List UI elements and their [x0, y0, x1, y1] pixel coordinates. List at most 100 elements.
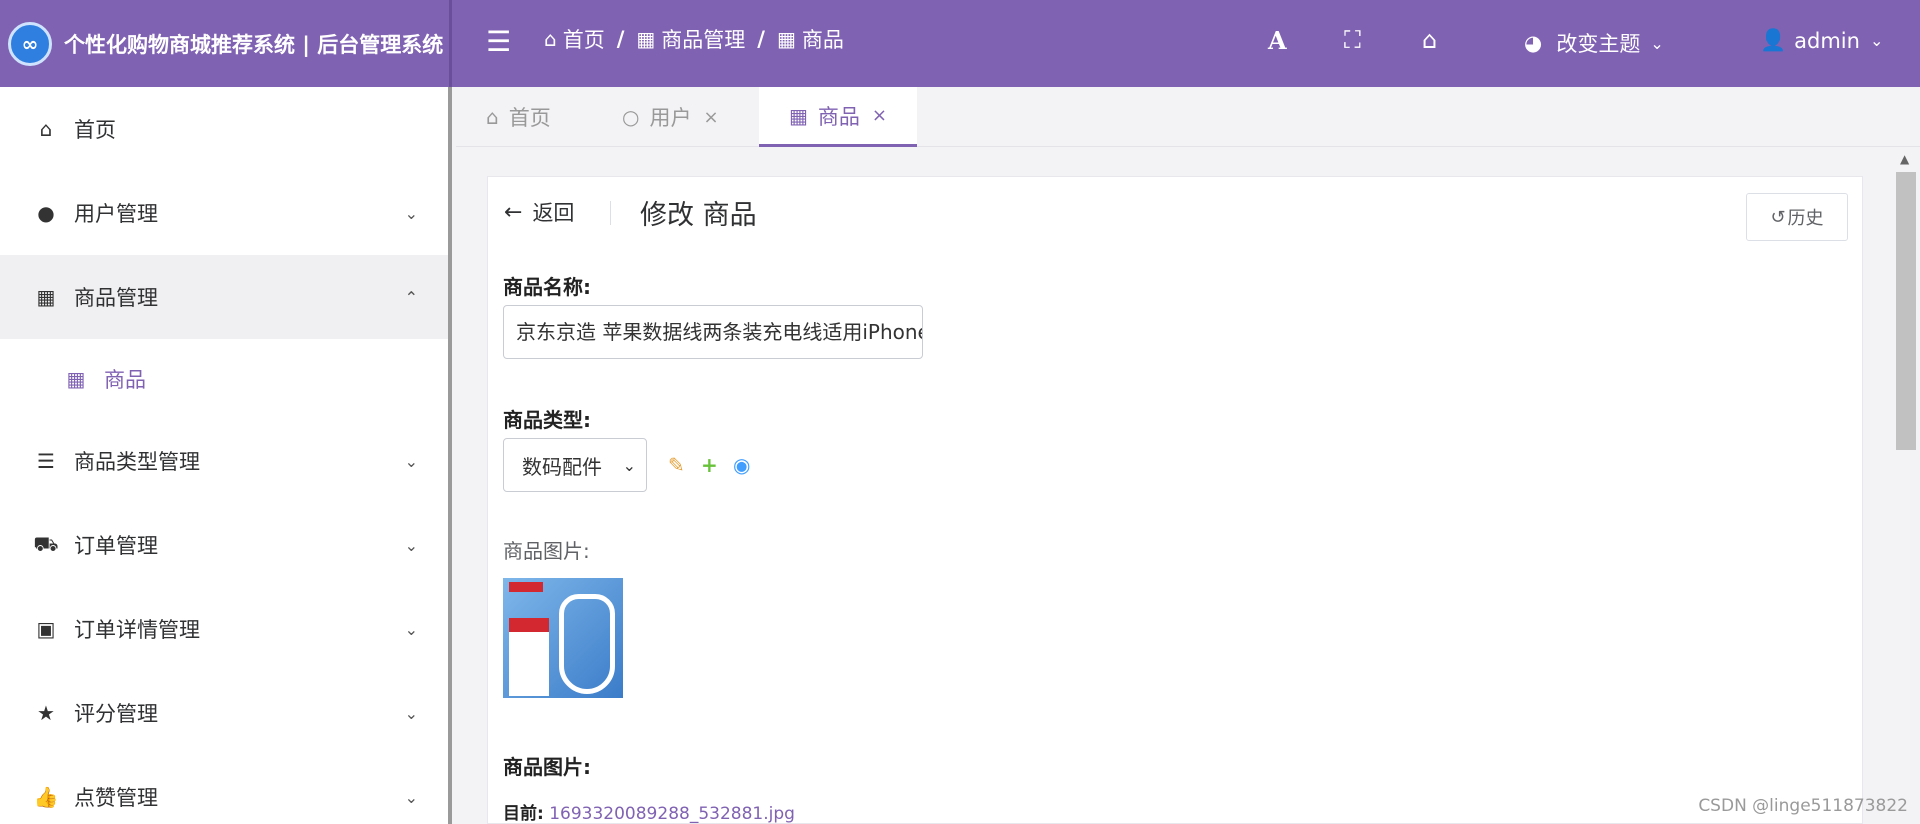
arrow-left-icon: ←: [504, 199, 523, 225]
chevron-down-icon: ⌄: [1869, 31, 1884, 50]
sidebar-item-label: 订单管理: [74, 534, 158, 558]
breadcrumb-product[interactable]: ▦ 商品: [777, 24, 844, 54]
thumbnail-tag: [509, 618, 549, 696]
sidebar-item-like-mgmt[interactable]: 👍 点赞管理 ⌄: [0, 755, 448, 824]
scroll-up-arrow-icon[interactable]: ▲: [1900, 152, 1909, 166]
star-icon: ★: [37, 701, 55, 725]
edit-pencil-icon[interactable]: ✎: [668, 453, 685, 477]
chevron-down-icon: ⌄: [404, 203, 418, 223]
brand: ∞ 个性化购物商城推荐系统 | 后台管理系统: [0, 0, 452, 87]
tab-bar: ⌂ 首页 ○ 用户 × ▦ 商品 ×: [456, 87, 1920, 147]
tab-label: 商品: [817, 104, 860, 129]
sidebar-item-user-mgmt[interactable]: ● 用户管理 ⌄: [0, 171, 448, 255]
page-title: 修改 商品: [640, 200, 757, 231]
sidebar-item-label: 订单详情管理: [74, 618, 200, 642]
sidebar-item-order-mgmt[interactable]: ⛟ 订单管理 ⌄: [0, 503, 448, 587]
gifts-icon: ▦: [36, 285, 56, 309]
theme-label: 改变主题: [1556, 32, 1641, 56]
product-type-select[interactable]: 数码配件 ⌄: [503, 438, 647, 492]
truck-icon: ⛟: [33, 531, 59, 556]
chevron-down-icon: ⌄: [404, 619, 418, 639]
breadcrumb-label: 商品: [801, 28, 844, 52]
thumbnail-cable: [559, 594, 615, 694]
sidebar-item-product-mgmt[interactable]: ▦ 商品管理 ⌃: [0, 255, 448, 339]
breadcrumb: ⌂ 首页 / ▦ 商品管理 / ▦ 商品: [544, 24, 844, 54]
sidebar-item-label: 商品类型管理: [74, 450, 200, 474]
watermark: CSDN @linge511873822: [1698, 796, 1908, 816]
close-icon[interactable]: ×: [872, 105, 887, 126]
image-label: 商品图片:: [503, 539, 590, 563]
sidebar-item-label: 评分管理: [74, 702, 158, 726]
close-icon[interactable]: ×: [703, 107, 718, 128]
tab-label: 用户: [649, 106, 692, 130]
tab-home[interactable]: ⌂ 首页: [456, 87, 581, 147]
thumbnail-brand-strip: [509, 582, 543, 592]
home-icon: ⌂: [39, 117, 53, 141]
image-upload-label: 商品图片:: [503, 755, 591, 779]
chevron-down-icon: ⌄: [404, 451, 418, 471]
breadcrumb-product-mgmt[interactable]: ▦ 商品管理: [636, 24, 745, 54]
chevron-up-icon: ⌃: [404, 287, 418, 307]
breadcrumb-label: 商品管理: [661, 28, 746, 52]
chevron-down-icon: ⌄: [404, 535, 418, 555]
gifts-icon: ▦: [636, 27, 656, 51]
name-label: 商品名称:: [503, 275, 591, 299]
product-type-value: 数码配件: [522, 454, 602, 479]
theme-switcher[interactable]: ◕ 改变主题 ⌄: [1524, 28, 1664, 58]
sidebar-item-rating-mgmt[interactable]: ★ 评分管理 ⌄: [0, 671, 448, 755]
sidebar-item-label: 点赞管理: [74, 786, 158, 810]
product-name-input[interactable]: 京东京造 苹果数据线两条装充电线适用iPhone: [503, 305, 923, 359]
menu-toggle-icon[interactable]: ☰: [486, 28, 511, 56]
product-image-thumbnail[interactable]: [503, 578, 623, 698]
gifts-icon: ▦: [66, 367, 86, 391]
history-button[interactable]: ↺ 历史: [1746, 193, 1848, 241]
breadcrumb-separator: /: [757, 27, 765, 51]
chevron-down-icon: ⌄: [622, 455, 636, 475]
brand-logo: ∞: [8, 21, 52, 66]
list-icon: ☰: [37, 449, 55, 473]
back-label: 返回: [532, 201, 575, 225]
current-file-link[interactable]: 1693320089288_532881.jpg: [549, 804, 795, 824]
sidebar-item-home[interactable]: ⌂ 首页: [0, 87, 448, 171]
home-icon: ⌂: [486, 105, 499, 129]
chevron-down-icon: ⌄: [404, 703, 418, 723]
sidebar: ⌂ 首页 ● 用户管理 ⌄ ▦ 商品管理 ⌃ ▦ 商品 ☰ 商品类型管理 ⌄ ⛟…: [0, 87, 452, 824]
font-size-icon[interactable]: A: [1268, 26, 1287, 55]
divider: [610, 201, 611, 225]
home-icon: ⌂: [544, 27, 557, 51]
thumbs-up-icon: 👍: [33, 785, 59, 809]
breadcrumb-label: 首页: [562, 28, 605, 52]
history-label: 历史: [1787, 208, 1824, 229]
chevron-down-icon: ⌄: [1650, 33, 1664, 53]
palette-icon: ◕: [1524, 31, 1543, 55]
home-icon[interactable]: ⌂: [1422, 26, 1437, 54]
breadcrumb-separator: /: [616, 27, 625, 51]
edit-form-card: ← 返回 修改 商品 ↺ 历史 商品名称: 京东京造 苹果数据线两条装充电线适用…: [487, 176, 1863, 824]
user-icon: 👤: [1760, 28, 1787, 52]
scrollbar-thumb[interactable]: [1896, 172, 1916, 450]
sidebar-item-label: 首页: [74, 118, 116, 142]
brand-title: 个性化购物商城推荐系统 | 后台管理系统: [64, 32, 444, 57]
eye-icon[interactable]: ◉: [733, 453, 750, 477]
add-icon[interactable]: +: [701, 453, 718, 477]
breadcrumb-home[interactable]: ⌂ 首页: [544, 24, 605, 54]
sidebar-subitem-product[interactable]: ▦ 商品: [0, 339, 448, 419]
sidebar-item-order-detail-mgmt[interactable]: ▣ 订单详情管理 ⌄: [0, 587, 448, 671]
brand-logo-glyph: ∞: [21, 31, 39, 56]
type-label: 商品类型:: [503, 408, 591, 432]
sidebar-item-label: 商品: [104, 368, 146, 392]
tab-label: 首页: [508, 106, 551, 130]
sidebar-item-label: 用户管理: [74, 202, 158, 226]
sidebar-item-product-type-mgmt[interactable]: ☰ 商品类型管理 ⌄: [0, 419, 448, 503]
chevron-down-icon: ⌄: [404, 787, 418, 807]
user-menu[interactable]: 👤 admin ⌄: [1760, 28, 1883, 53]
fullscreen-icon[interactable]: ⛶: [1344, 26, 1361, 54]
back-button[interactable]: ← 返回: [504, 197, 574, 227]
tab-product[interactable]: ▦ 商品 ×: [759, 87, 917, 147]
top-header: ∞ 个性化购物商城推荐系统 | 后台管理系统 ☰ ⌂ 首页 / ▦ 商品管理 / ▦…: [0, 0, 1920, 87]
tab-user[interactable]: ○ 用户 ×: [592, 87, 749, 147]
gifts-icon: ▦: [776, 27, 796, 51]
gifts-icon: ▦: [789, 103, 808, 128]
user-icon: ●: [37, 201, 55, 225]
user-icon: ○: [622, 105, 640, 129]
